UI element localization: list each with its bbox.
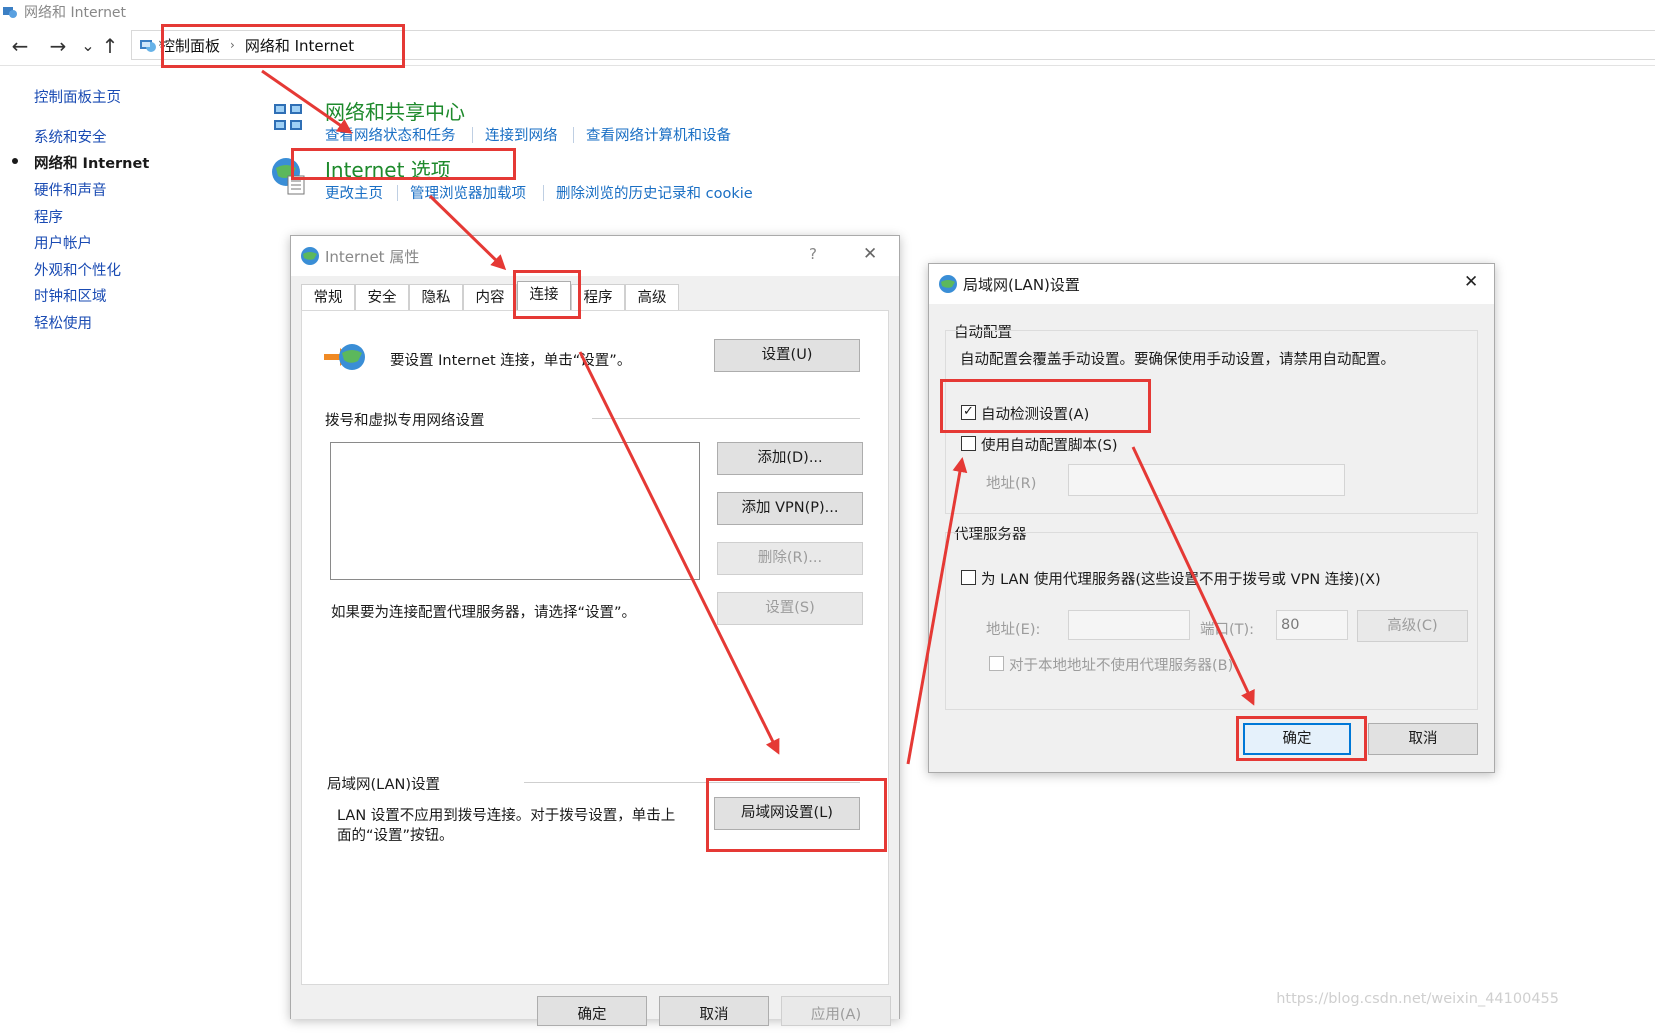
lan-settings-dialog: 局域网(LAN)设置 ✕ 自动配置 自动配置会覆盖手动设置。要确保使用手动设置，… [928,263,1495,773]
link-view-network-status[interactable]: 查看网络状态和任务 [325,124,456,145]
auto-config-script-label[interactable]: 使用自动配置脚本(S) [981,434,1118,455]
auto-detect-checkbox[interactable]: ✓ [961,405,976,420]
sidebar-item-hardware-sound[interactable]: 硬件和声音 [34,179,107,200]
use-proxy-checkbox[interactable] [961,570,976,585]
auto-detect-label[interactable]: 自动检测设置(A) [981,403,1089,424]
tab-content[interactable]: 内容 [463,284,517,310]
link-separator [397,185,398,201]
cancel-button[interactable]: 取消 [1368,723,1478,755]
sidebar-item-system-security[interactable]: 系统和安全 [34,126,107,147]
active-bullet [12,158,18,164]
internet-properties-dialog: Internet 属性 ? ✕ 常规 安全 隐私 内容 连接 程序 高级 要设置… [290,235,900,1026]
remove-connection-button[interactable]: 删除(R)... [717,542,863,575]
link-change-homepage[interactable]: 更改主页 [325,182,383,203]
sidebar-item-clock-region[interactable]: 时钟和区域 [34,285,107,306]
proxy-advanced-button[interactable]: 高级(C) [1357,610,1468,642]
bypass-local-checkbox[interactable] [989,656,1004,671]
tab-privacy[interactable]: 隐私 [409,284,463,310]
dialog-title: Internet 属性 [325,248,420,266]
setup-button[interactable]: 设置(U) [714,339,860,372]
link-separator [573,127,574,143]
link-separator [472,127,473,143]
tab-programs[interactable]: 程序 [571,284,625,310]
auto-config-script-checkbox[interactable] [961,436,976,451]
ok-button[interactable]: 确定 [1243,723,1351,755]
address-bar[interactable]: › [131,30,1655,60]
recent-locations-icon[interactable]: ⌄ [76,34,100,58]
script-address-input[interactable] [1068,464,1345,496]
divider [524,782,860,783]
bypass-local-label[interactable]: 对于本地地址不使用代理服务器(B) [1009,654,1233,675]
dialog-title: 局域网(LAN)设置 [963,276,1080,294]
control-panel-icon [140,40,156,52]
internet-options-globe-icon[interactable] [270,156,310,196]
sidebar-item-ease-of-access[interactable]: 轻松使用 [34,312,92,333]
breadcrumb-control-panel[interactable]: 控制面板 [160,35,220,56]
close-icon[interactable]: ✕ [863,244,877,264]
lan-settings-button[interactable]: 局域网设置(L) [714,797,860,830]
globe-icon [301,247,319,265]
tab-general[interactable]: 常规 [301,284,355,310]
apply-button[interactable]: 应用(A) [781,996,891,1026]
window-title-bar: 网络和 Internet [0,0,126,24]
add-vpn-button[interactable]: 添加 VPN(P)... [717,492,863,525]
link-delete-browsing-history[interactable]: 删除浏览的历史记录和 cookie [556,182,753,203]
up-icon[interactable]: ↑ [98,34,122,58]
connection-settings-button[interactable]: 设置(S) [717,592,863,625]
breadcrumb: 控制面板 › 网络和 Internet [160,34,354,56]
window-title: 网络和 Internet [24,5,127,21]
network-sharing-center-title[interactable]: 网络和共享中心 [325,96,465,125]
tab-connections[interactable]: 连接 [517,281,571,311]
link-view-network-computers[interactable]: 查看网络计算机和设备 [586,124,731,145]
sidebar-home-link[interactable]: 控制面板主页 [34,86,121,107]
breadcrumb-separator: › [230,38,235,52]
lan-info-line1: LAN 设置不应用到拨号连接。对于拨号设置，单击上 [337,808,676,824]
sidebar-item-network-internet[interactable]: 网络和 Internet [34,152,149,173]
close-icon[interactable]: ✕ [1464,272,1478,292]
sidebar-item-programs[interactable]: 程序 [34,206,63,227]
forward-icon[interactable]: → [46,34,70,58]
link-manage-addons[interactable]: 管理浏览器加载项 [410,182,526,203]
tab-advanced[interactable]: 高级 [625,284,679,310]
ok-button[interactable]: 确定 [537,996,647,1026]
globe-icon [939,275,957,293]
tab-security[interactable]: 安全 [355,284,409,310]
add-connection-button[interactable]: 添加(D)... [717,442,863,475]
network-sharing-icon[interactable] [272,100,306,134]
back-icon[interactable]: ← [8,34,32,58]
proxy-hint-text: 如果要为连接配置代理服务器，请选择“设置”。 [331,605,637,621]
script-address-label: 地址(R) [986,476,1037,492]
proxy-port-input[interactable]: 80 [1276,610,1348,640]
proxy-address-input[interactable] [1068,610,1190,640]
sidebar-item-appearance[interactable]: 外观和个性化 [34,259,121,280]
navigation-bar: ← → ⌄ ↑ › 控制面板 › 网络和 Internet [0,26,1655,66]
breadcrumb-network-internet[interactable]: 网络和 Internet [245,35,354,56]
cancel-button[interactable]: 取消 [659,996,769,1026]
setup-connection-icon [324,344,365,370]
dialup-vpn-heading: 拨号和虚拟专用网络设置 [325,413,485,429]
link-separator [543,185,544,201]
use-proxy-label[interactable]: 为 LAN 使用代理服务器(这些设置不用于拨号或 VPN 连接)(X) [981,568,1381,589]
help-icon[interactable]: ? [809,245,817,263]
proxy-port-label: 端口(T): [1200,622,1255,638]
lan-info-line2: 面的“设置”按钮。 [337,828,454,844]
dialog-title-bar: 局域网(LAN)设置 ✕ [929,264,1494,304]
link-connect-to-network[interactable]: 连接到网络 [485,124,558,145]
internet-options-title[interactable]: Internet 选项 [325,154,451,183]
connections-list[interactable] [330,442,700,580]
network-app-icon [3,7,17,18]
connections-panel: 要设置 Internet 连接，单击“设置”。 设置(U) 拨号和虚拟专用网络设… [301,310,889,985]
lan-settings-heading: 局域网(LAN)设置 [327,777,440,793]
auto-config-description: 自动配置会覆盖手动设置。要确保使用手动设置，请禁用自动配置。 [960,352,1395,368]
watermark: https://blog.csdn.net/weixin_44100455 [1276,991,1559,1007]
setup-instruction-text: 要设置 Internet 连接，单击“设置”。 [390,353,632,369]
proxy-address-label: 地址(E): [986,622,1041,638]
divider [592,418,860,419]
dialog-title-bar: Internet 属性 ? ✕ [291,236,899,276]
sidebar-item-user-accounts[interactable]: 用户帐户 [34,232,92,253]
